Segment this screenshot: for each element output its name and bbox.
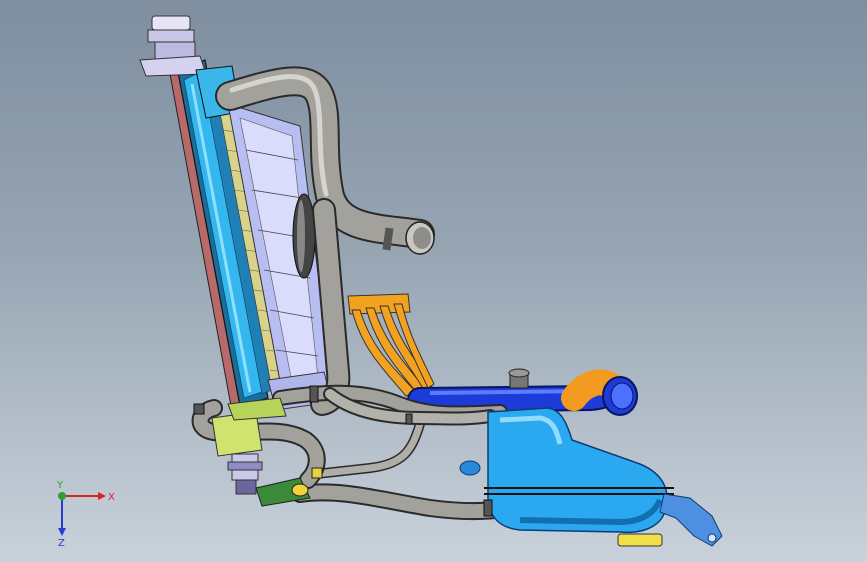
fan-motor-highlight — [297, 200, 305, 272]
pump-shaft-ring — [227, 461, 263, 471]
valve-knob — [291, 483, 309, 497]
expansion-reservoir[interactable] — [459, 407, 723, 547]
cooling-assembly-model[interactable] — [0, 0, 867, 562]
yellow-clip — [311, 467, 323, 479]
orientation-triad: X Y Z — [56, 480, 115, 548]
x-axis-arrow-icon — [98, 492, 106, 500]
y-axis-label: Y — [56, 480, 64, 491]
reservoir-tab-left — [459, 460, 481, 476]
orange-bracket[interactable] — [347, 293, 435, 397]
y-axis-dot-icon — [58, 492, 66, 500]
mount-bracket-hole — [707, 533, 717, 543]
orange-bracket-fingers — [351, 303, 435, 397]
reservoir-sensor — [617, 533, 663, 547]
cad-viewport[interactable]: X Y Z — [0, 0, 867, 562]
clamp — [405, 413, 413, 425]
pipe-filler-cap — [508, 368, 530, 378]
pump-base — [235, 479, 257, 495]
clamp — [309, 385, 319, 403]
reservoir-body — [487, 407, 668, 534]
radiator-cap-neck — [147, 29, 195, 43]
x-axis-label: X — [108, 492, 115, 503]
clamp — [193, 403, 205, 415]
pipe-outlet-inner — [610, 382, 634, 410]
z-axis-arrow-icon — [58, 528, 66, 536]
z-axis-label: Z — [58, 538, 65, 548]
upper-hose-opening-inner — [413, 227, 431, 249]
clamp — [483, 499, 493, 517]
radiator-top-bracket — [139, 55, 207, 77]
radiator-cap-top — [151, 15, 191, 31]
